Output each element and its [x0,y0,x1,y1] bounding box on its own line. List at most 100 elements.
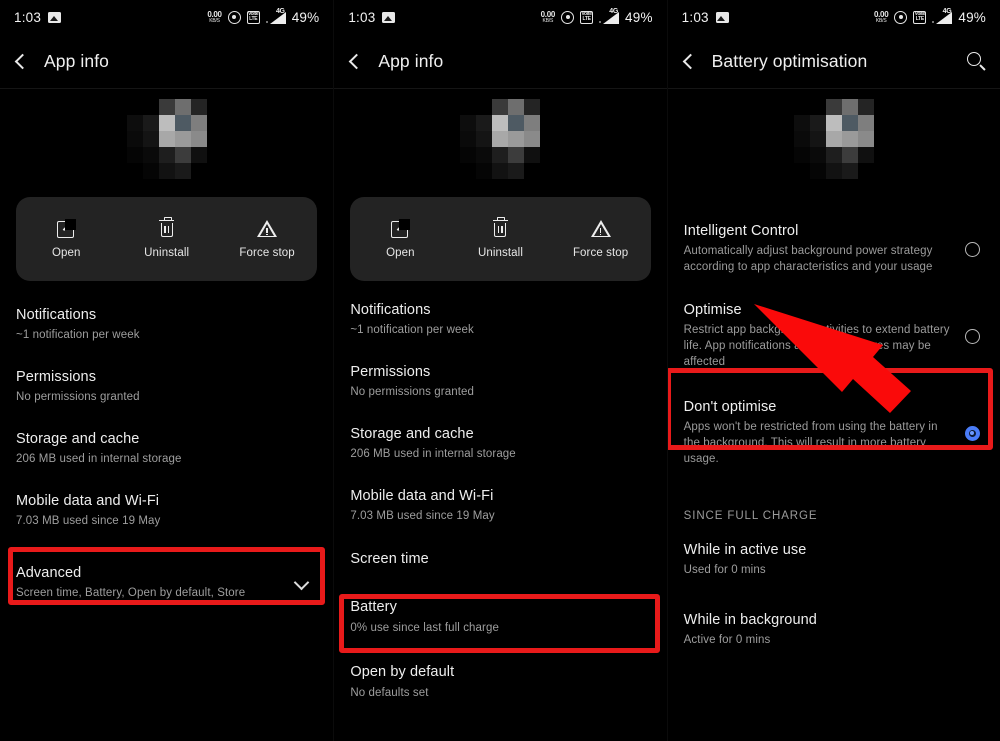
volte-icon: Volte LTE [913,10,927,24]
option-optimise[interactable]: Optimise Restrict app background activit… [684,288,984,383]
radio-dont-optimise[interactable] [964,425,980,441]
panel-app-info-1: 1:03 0.00 KB/S Volte LTE 4G 49% App info… [0,0,334,741]
mosaic-tile [524,131,541,147]
option-intelligent-control[interactable]: Intelligent Control Automatically adjust… [684,211,984,288]
mosaic-tile [825,131,842,147]
mosaic-tile [460,131,477,147]
row-title: Permissions [350,364,431,381]
list-item-mobile-data-and-wifi[interactable]: Mobile data and Wi-Fi 7.03 MB used since… [16,479,317,541]
data-rate-icon: 0.00 KB/S [541,10,556,24]
mosaic-tile [126,131,143,147]
list-item-open-by-default[interactable]: Open by default No defaults set [350,649,650,712]
open-button[interactable]: Open [350,218,450,259]
option-title: Intelligent Control [683,223,799,239]
mosaic-tile [142,131,159,147]
warning-triangle-icon [257,219,278,238]
volte-bottom-label: LTE [915,16,924,22]
back-icon[interactable] [14,53,31,69]
mosaic-tile [174,99,191,115]
mosaic-tile [809,99,826,115]
mosaic-tile [476,99,493,115]
app-bar: App info [334,34,666,88]
app-bar: App info [0,34,333,88]
list-item-advanced[interactable]: Advanced Screen time, Battery, Open by d… [16,551,317,613]
list-item-storage-and-cache[interactable]: Storage and cache 206 MB used in interna… [16,417,317,479]
status-time: 1:03 [681,9,709,25]
back-icon[interactable] [682,53,698,69]
mosaic-tile [174,131,191,147]
mosaic-tile [857,147,874,163]
mosaic-tile [825,163,842,179]
mosaic-tile [126,147,143,163]
mosaic-tile [476,131,493,147]
list-item-mobile-data-and-wifi[interactable]: Mobile data and Wi-Fi 7.03 MB used since… [350,474,650,536]
mosaic-tile [857,115,874,131]
list-item-permissions[interactable]: Permissions No permissions granted [350,350,650,412]
open-button-label: Open [386,246,415,259]
row-subtitle: 7.03 MB used since 19 May [16,515,161,528]
uninstall-button[interactable]: Uninstall [116,217,216,259]
uninstall-button-label: Uninstall [477,246,523,259]
list-item-notifications[interactable]: Notifications ~1 notification per week [350,288,650,350]
page-title: App info [378,50,444,71]
status-bar: 1:03 0.00 KB/S Volte LTE 4G 49% [334,0,666,34]
row-title: Mobile data and Wi-Fi [16,493,160,510]
screenshot-root: 1:03 0.00 KB/S Volte LTE 4G 49% App info… [0,0,1000,741]
chevron-down-icon[interactable] [294,575,310,591]
row-title: Mobile data and Wi-Fi [350,488,494,505]
row-subtitle: Used for 0 mins [683,563,766,576]
mosaic-tile [190,99,207,115]
usage-list: While in active use Used for 0 mins Whil… [668,528,1000,660]
app-icon [0,89,333,189]
force-stop-button[interactable]: Force stop [551,219,651,259]
mosaic-tile [809,131,826,147]
data-rate-icon: 0.00 KB/S [207,10,222,24]
signal-4g-icon: 4G [265,8,286,24]
list-item-storage-and-cache[interactable]: Storage and cache 206 MB used in interna… [350,412,650,474]
uninstall-button[interactable]: Uninstall [450,217,550,259]
mosaic-tile [524,163,541,179]
mosaic-tile [841,131,858,147]
option-dont-optimise[interactable]: Don't optimise Apps won't be restricted … [684,383,984,480]
action-card: Open Uninstall Force stop [350,197,651,281]
mosaic-tile [142,147,159,163]
settings-list: Notifications ~1 notification per week P… [334,288,666,713]
row-subtitle: ~1 notification per week [16,329,140,342]
mosaic-tile [508,99,525,115]
mosaic-tile [524,99,541,115]
mosaic-tile [476,147,493,163]
open-button[interactable]: Open [16,218,116,259]
list-item-screen-time[interactable]: Screen time [350,536,650,582]
mosaic-tile [126,115,143,131]
row-title: Storage and cache [350,426,474,443]
screenshot-icon [715,11,729,23]
mosaic-tile [142,163,159,179]
mosaic-tile [158,131,175,147]
radio-intelligent-control[interactable] [964,241,980,257]
option-title: Don't optimise [683,398,777,415]
row-title: Notifications [350,302,431,318]
mosaic-tile [460,99,477,115]
search-icon[interactable] [966,51,986,71]
app-bar: Battery optimisation [668,34,1000,88]
list-item-battery[interactable]: Battery 0% use since last full charge [350,582,650,649]
panel-app-info-2: 1:03 0.00 KB/S Volte LTE 4G 49% App info… [333,0,667,741]
row-title: Permissions [16,369,97,386]
force-stop-button-label: Force stop [572,246,629,259]
mosaic-tile [492,115,509,131]
force-stop-button[interactable]: Force stop [217,219,317,259]
list-item-permissions[interactable]: Permissions No permissions granted [16,355,317,417]
app-icon-mosaic [793,99,874,179]
row-subtitle: No defaults set [350,686,429,699]
mosaic-tile [158,147,175,163]
row-title: Notifications [16,307,97,323]
volte-bottom-label: LTE [249,16,258,22]
mosaic-tile [174,163,191,179]
status-time: 1:03 [348,9,376,25]
mosaic-tile [809,163,826,179]
list-item-notifications[interactable]: Notifications ~1 notification per week [16,293,317,355]
back-icon[interactable] [349,53,365,69]
list-item-while-in-background: While in background Active for 0 mins [684,590,984,660]
row-subtitle: Screen time, Battery, Open by default, S… [16,587,246,600]
radio-optimise[interactable] [964,328,980,344]
